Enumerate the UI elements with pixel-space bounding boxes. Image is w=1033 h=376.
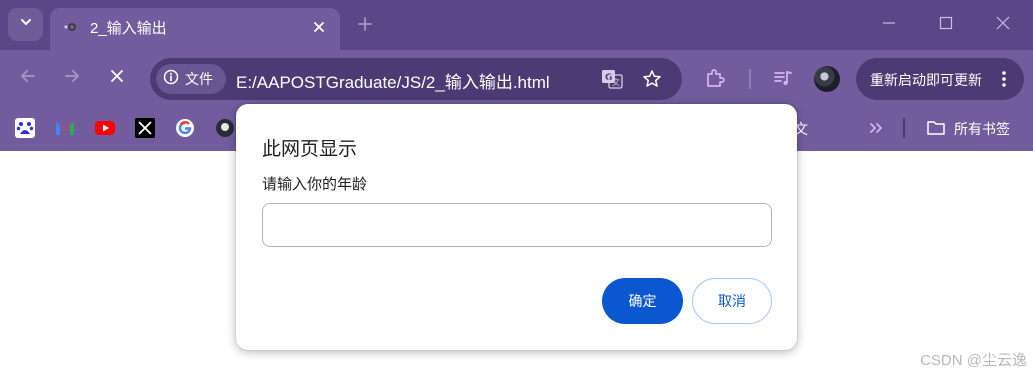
restart-to-update-button[interactable]: 重新启动即可更新: [856, 58, 1024, 100]
chevron-down-icon: [19, 15, 33, 34]
toolbar: 文件 E:/AAPOSTGraduate/JS/2_输入输出.html G 文: [0, 50, 1033, 108]
extensions-icon[interactable]: [701, 64, 729, 92]
forward-button[interactable]: [57, 63, 87, 93]
prompt-input[interactable]: [262, 203, 772, 247]
ok-button[interactable]: 确定: [602, 278, 683, 324]
profile-avatar[interactable]: [814, 66, 840, 92]
toolbar-separator: [749, 69, 751, 89]
gmail-icon[interactable]: [53, 116, 77, 140]
tab-search-button[interactable]: [8, 8, 43, 41]
close-tab-icon[interactable]: [308, 16, 330, 38]
stop-loading-button[interactable]: [102, 63, 132, 93]
google-icon[interactable]: [173, 116, 197, 140]
plus-icon: [357, 16, 373, 37]
tab-active[interactable]: 2_输入输出: [50, 8, 340, 50]
arrow-left-icon: [19, 67, 37, 90]
cancel-button[interactable]: 取消: [692, 278, 772, 324]
tab-strip: 2_输入输出: [0, 0, 1033, 50]
more-vert-icon[interactable]: [994, 69, 1014, 89]
bookmarks-separator: [903, 118, 905, 138]
url-text[interactable]: E:/AAPOSTGraduate/JS/2_输入输出.html: [236, 68, 550, 93]
stop-icon: [109, 68, 125, 89]
maximize-icon: [939, 16, 953, 35]
close-icon: [996, 16, 1010, 35]
tab-title: 2_输入输出: [90, 20, 167, 37]
media-control-icon[interactable]: [769, 64, 797, 92]
x-icon[interactable]: [133, 116, 157, 140]
restart-label: 重新启动即可更新: [870, 72, 982, 88]
close-window-button[interactable]: [983, 10, 1023, 40]
baidu-icon[interactable]: [13, 116, 37, 140]
prompt-dialog: 此网页显示 请输入你的年龄 确定 取消: [236, 104, 797, 350]
double-chevron-icon[interactable]: [864, 116, 888, 140]
watermark: CSDN @尘云逸: [920, 352, 1027, 369]
site-chip-label: 文件: [185, 71, 213, 87]
back-button[interactable]: [13, 63, 43, 93]
info-icon: [163, 69, 179, 90]
github-icon[interactable]: [213, 116, 237, 140]
folder-icon[interactable]: [924, 116, 948, 140]
maximize-button[interactable]: [926, 10, 966, 40]
dialog-message: 请输入你的年龄: [262, 176, 368, 193]
new-tab-button[interactable]: [352, 13, 378, 39]
star-icon[interactable]: [640, 67, 664, 91]
page-loading-icon: [61, 19, 79, 37]
translate-icon[interactable]: G 文: [600, 67, 624, 91]
svg-text:文: 文: [612, 77, 620, 87]
browser-window: 2_输入输出 文件 E:/AAPOSTGraduate/JS/2_输入输出.ht…: [0, 0, 1033, 376]
address-bar[interactable]: 文件 E:/AAPOSTGraduate/JS/2_输入输出.html G 文: [150, 58, 682, 100]
site-info-chip[interactable]: 文件: [156, 64, 226, 94]
minimize-button[interactable]: [869, 10, 909, 40]
minimize-icon: [882, 16, 896, 35]
dialog-title: 此网页显示: [262, 139, 358, 160]
arrow-right-icon: [63, 67, 81, 90]
all-bookmarks-label[interactable]: 所有书签: [954, 119, 1010, 139]
youtube-icon[interactable]: [93, 116, 117, 140]
